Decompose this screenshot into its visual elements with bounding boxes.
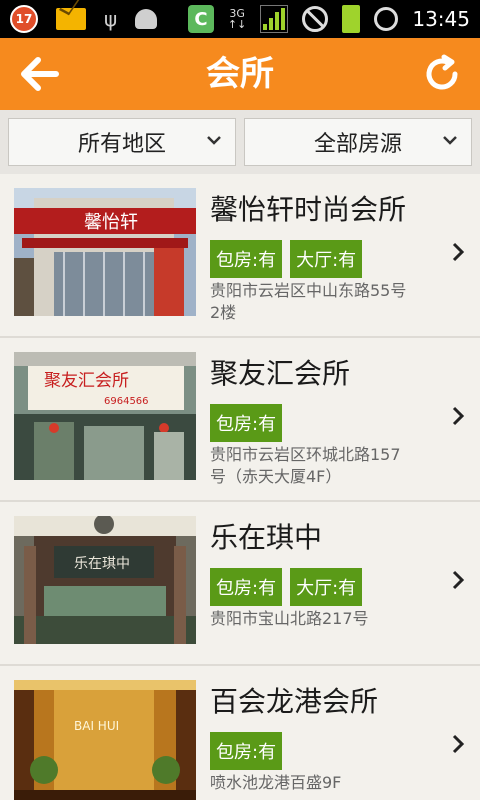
list-item[interactable]: 聚友汇会所 6964566 聚友汇会所 包房:有 贵阳市云岩区环城北路157号（… <box>0 338 480 502</box>
refresh-button[interactable] <box>422 54 462 94</box>
sign-text: BAI HUI <box>74 719 119 733</box>
app-header: 会所 <box>0 38 480 110</box>
room-tag: 包房:有 <box>210 732 283 770</box>
sign-phone: 6964566 <box>104 396 149 407</box>
sign-text: 馨怡轩 <box>84 212 138 233</box>
clock: 13:45 <box>412 7 470 31</box>
source-filter-dropdown[interactable]: 全部房源 <box>244 118 472 166</box>
do-not-disturb-icon <box>302 6 329 32</box>
filter-bar: 所有地区 全部房源 <box>0 110 480 174</box>
chevron-right-icon <box>452 570 465 590</box>
app-c-icon: C <box>187 5 214 33</box>
chevron-right-icon <box>452 406 465 426</box>
list-item[interactable]: BAI HUI 百会龙港会所 包房:有 喷水池龙港百盛9F <box>0 666 480 800</box>
region-filter-dropdown[interactable]: 所有地区 <box>8 118 236 166</box>
usb-icon: ψ <box>104 7 118 31</box>
club-list: 馨怡轩 馨怡轩时尚会所 包房:有 大厅:有 贵阳市云岩区中山东路55号2楼 聚友… <box>0 174 480 800</box>
chevron-right-icon <box>452 734 465 754</box>
tag-group: 包房:有 大厅:有 <box>210 568 363 606</box>
list-item[interactable]: 乐在琪中 乐在琪中 包房:有 大厅:有 贵阳市宝山北路217号 <box>0 502 480 666</box>
chevron-right-icon <box>452 242 465 262</box>
room-tag: 包房:有 <box>210 240 283 278</box>
back-arrow-icon <box>21 57 59 91</box>
club-address: 贵阳市宝山北路217号 <box>210 609 369 628</box>
club-address: 喷水池龙港百盛9F <box>210 773 342 792</box>
chevron-down-icon <box>207 136 221 145</box>
list-item[interactable]: 馨怡轩 馨怡轩时尚会所 包房:有 大厅:有 贵阳市云岩区中山东路55号2楼 <box>0 174 480 338</box>
alarm-icon <box>374 7 399 31</box>
notification-badge: 17 <box>10 5 38 33</box>
tag-group: 包房:有 <box>210 404 283 442</box>
hall-tag: 大厅:有 <box>290 568 363 606</box>
club-photo: BAI HUI <box>14 680 196 800</box>
club-name: 百会龙港会所 <box>210 685 379 718</box>
refresh-icon <box>426 54 458 90</box>
signal-icon <box>260 5 289 33</box>
page-title: 会所 <box>206 54 274 94</box>
club-address: 贵阳市云岩区环城北路157号（赤天大厦4F） <box>210 445 401 486</box>
chevron-down-icon <box>443 136 457 145</box>
room-tag: 包房:有 <box>210 568 283 606</box>
back-button[interactable] <box>14 52 64 96</box>
club-name: 馨怡轩时尚会所 <box>210 193 407 226</box>
club-photo: 聚友汇会所 6964566 <box>14 352 196 480</box>
region-filter-label: 所有地区 <box>77 132 166 157</box>
mail-icon <box>56 8 86 30</box>
android-icon <box>135 9 158 29</box>
club-name: 乐在琪中 <box>210 521 323 554</box>
tag-group: 包房:有 <box>210 732 283 770</box>
club-photo: 乐在琪中 <box>14 516 196 644</box>
notification-count: 17 <box>15 12 33 26</box>
tag-group: 包房:有 大厅:有 <box>210 240 363 278</box>
source-filter-label: 全部房源 <box>313 132 402 157</box>
club-name: 聚友汇会所 <box>210 357 351 390</box>
room-tag: 包房:有 <box>210 404 283 442</box>
battery-icon <box>342 5 361 33</box>
status-bar: 17 ψ C 3G ↑↓ 13:45 <box>0 0 480 38</box>
network-indicator: 3G ↑↓ <box>227 7 247 31</box>
sign-text: 聚友汇会所 <box>44 371 129 391</box>
hall-tag: 大厅:有 <box>290 240 363 278</box>
club-address: 贵阳市云岩区中山东路55号2楼 <box>210 281 407 322</box>
sign-text: 乐在琪中 <box>74 556 130 572</box>
club-photo: 馨怡轩 <box>14 188 196 316</box>
